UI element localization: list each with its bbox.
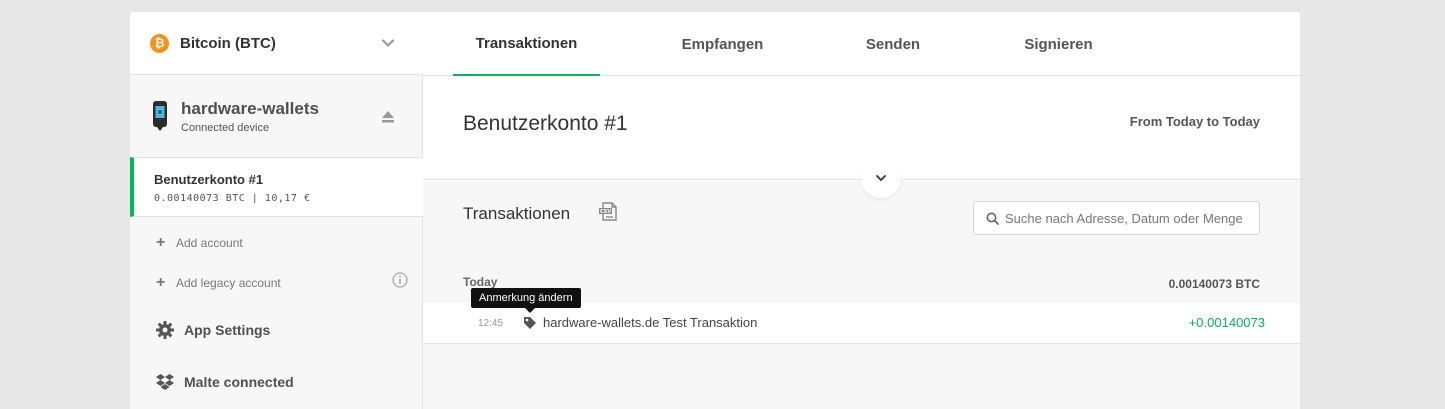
day-total: 0.00140073 BTC	[1168, 277, 1260, 291]
search-input[interactable]	[1005, 210, 1255, 226]
coin-name: Bitcoin (BTC)	[180, 34, 276, 52]
transaction-description: hardware-wallets.de Test Transaktion	[543, 315, 758, 330]
tab-senden[interactable]: Senden	[838, 12, 948, 76]
day-label: Today	[463, 275, 498, 289]
dropbox-status-label: Malte connected	[184, 374, 294, 390]
add-legacy-account-link[interactable]: + Add legacy account	[156, 274, 281, 292]
trezor-device-icon	[153, 101, 167, 131]
device-panel[interactable]: hardware-wallets Connected device	[130, 75, 423, 157]
transactions-title: Transaktionen	[463, 204, 571, 223]
search-field[interactable]	[973, 201, 1260, 235]
app-settings-label: App Settings	[184, 322, 271, 338]
expand-header-button[interactable]	[861, 158, 901, 198]
transaction-amount: +0.00140073	[1188, 315, 1265, 330]
transaction-row[interactable]: 12:45 hardware-wallets.de Test Transakti…	[423, 303, 1300, 344]
wallet-app: ₿ Bitcoin (BTC) hardware-wallets Connect…	[130, 12, 1300, 409]
chevron-down-icon[interactable]	[381, 36, 395, 50]
device-name: hardware-wallets	[181, 98, 319, 118]
main-panel: Transaktionen Empfangen Senden Signieren…	[423, 12, 1300, 409]
sidebar: ₿ Bitcoin (BTC) hardware-wallets Connect…	[130, 12, 423, 409]
plus-icon: +	[156, 274, 166, 291]
edit-note-tooltip: Anmerkung ändern	[471, 288, 581, 313]
tag-icon[interactable]	[523, 316, 537, 330]
csv-export-icon[interactable]: CSV	[598, 201, 620, 223]
page-title: Benutzerkonto #1	[463, 112, 628, 135]
dropbox-icon	[156, 374, 174, 390]
info-icon[interactable]	[392, 272, 408, 288]
tab-signieren[interactable]: Signieren	[1001, 12, 1116, 76]
bitcoin-icon: ₿	[150, 33, 169, 53]
gear-icon	[156, 321, 174, 339]
chevron-down-icon	[876, 175, 886, 182]
account-balance: 0.00140073 BTC | 10,17 €	[154, 193, 311, 204]
search-icon	[986, 212, 999, 225]
plus-icon: +	[156, 234, 166, 251]
tab-transaktionen[interactable]: Transaktionen	[453, 12, 600, 76]
account-item-active[interactable]: Benutzerkonto #1 0.00140073 BTC | 10,17 …	[130, 157, 423, 217]
tab-empfangen[interactable]: Empfangen	[660, 12, 785, 76]
app-settings-link[interactable]: App Settings	[155, 320, 270, 340]
device-status: Connected device	[181, 121, 270, 134]
date-range-selector[interactable]: From Today to Today	[1130, 114, 1260, 129]
dropbox-link[interactable]: Malte connected	[155, 372, 294, 392]
add-legacy-account-label: Add legacy account	[176, 276, 281, 290]
transactions-section: Transaktionen CSV Today 0.00140073 BTC 1…	[423, 181, 1300, 409]
add-account-link[interactable]: + Add account	[156, 234, 243, 252]
eject-icon[interactable]	[381, 110, 395, 123]
tab-bar: Transaktionen Empfangen Senden Signieren	[423, 12, 1300, 76]
svg-text:CSV: CSV	[600, 209, 611, 215]
account-header: Benutzerkonto #1 From Today to Today	[423, 76, 1300, 180]
transaction-time: 12:45	[478, 318, 504, 329]
account-name: Benutzerkonto #1	[154, 172, 264, 187]
add-account-label: Add account	[176, 236, 243, 250]
coin-selector[interactable]: ₿ Bitcoin (BTC)	[130, 12, 423, 75]
